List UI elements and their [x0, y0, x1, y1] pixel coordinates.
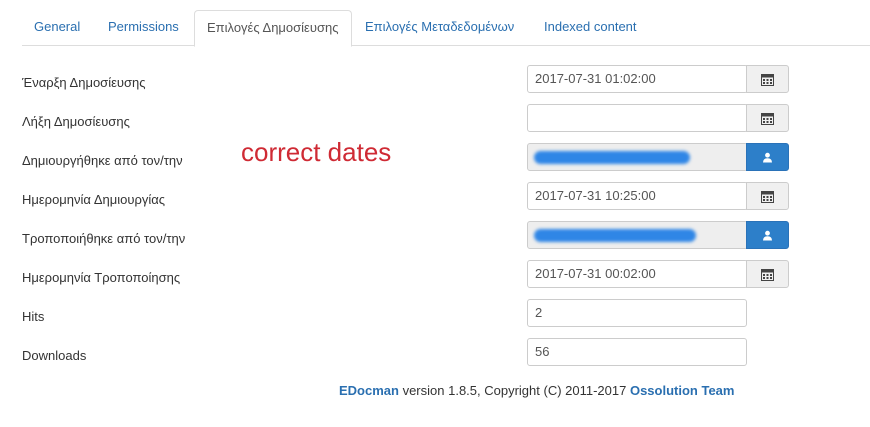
hits-input[interactable]: 2 [527, 299, 747, 327]
created-by-field [527, 143, 748, 171]
downloads-input[interactable]: 56 [527, 338, 747, 366]
created-date-input[interactable]: 2017-07-31 10:25:00 [527, 182, 748, 210]
tab-metadata-options[interactable]: Επιλογές Μεταδεδομένων [353, 10, 526, 46]
publish-up-calendar-button[interactable] [746, 65, 789, 93]
created-by-label: Δημιουργήθηκε από τον/την [22, 153, 183, 168]
created-date-label: Ημερομηνία Δημιουργίας [22, 192, 166, 207]
modified-date-label: Ημερομηνία Τροποποίησης [22, 270, 181, 285]
tab-bar: General Permissions Επιλογές Δημοσίευσης… [22, 10, 870, 47]
publish-up-input[interactable]: 2017-07-31 01:02:00 [527, 65, 748, 93]
modified-by-field [527, 221, 748, 249]
created-by-select-user-button[interactable] [746, 143, 789, 171]
footer-copyright: EDocman version 1.8.5, Copyright (C) 201… [339, 383, 734, 398]
tab-publishing-options[interactable]: Επιλογές Δημοσίευσης [194, 10, 352, 47]
redacted-name [534, 229, 696, 242]
modified-date-input[interactable]: 2017-07-31 00:02:00 [527, 260, 748, 288]
calendar-icon [761, 190, 774, 203]
tab-indexed-content[interactable]: Indexed content [532, 10, 649, 46]
tab-general[interactable]: General [22, 10, 92, 46]
user-icon [763, 152, 772, 162]
modified-by-select-user-button[interactable] [746, 221, 789, 249]
edocman-link[interactable]: EDocman [339, 383, 399, 398]
tab-permissions[interactable]: Permissions [96, 10, 191, 46]
calendar-icon [761, 268, 774, 281]
publish-down-label: Λήξη Δημοσίευσης [22, 114, 130, 129]
footer-text: version 1.8.5, Copyright (C) 2011-2017 [398, 383, 630, 398]
modified-by-label: Τροποποιήθηκε από τον/την [22, 231, 186, 246]
modified-date-calendar-button[interactable] [746, 260, 789, 288]
hits-label: Hits [22, 309, 45, 324]
downloads-label: Downloads [22, 348, 87, 363]
redacted-name [534, 151, 690, 164]
created-date-calendar-button[interactable] [746, 182, 789, 210]
publish-down-input[interactable] [527, 104, 748, 132]
publish-down-calendar-button[interactable] [746, 104, 789, 132]
calendar-icon [761, 112, 774, 125]
annotation-text: correct dates [241, 137, 392, 167]
calendar-icon [761, 73, 774, 86]
user-icon [763, 230, 772, 240]
ossolution-team-link[interactable]: Ossolution Team [630, 383, 735, 398]
publish-up-label: Έναρξη Δημοσίευσης [22, 75, 146, 90]
